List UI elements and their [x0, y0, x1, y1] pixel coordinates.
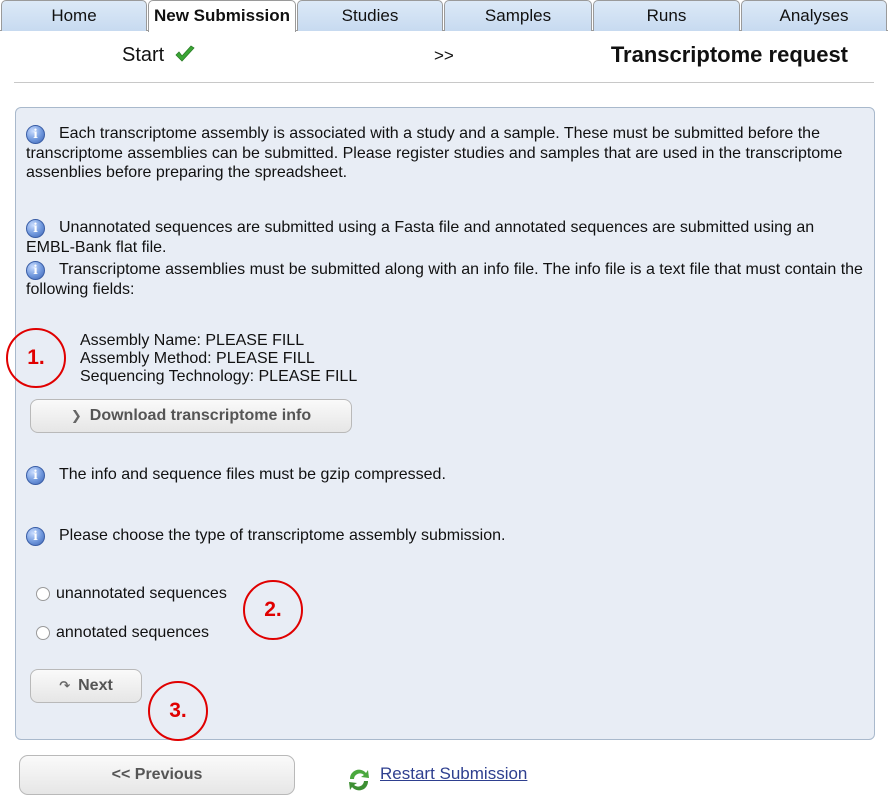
- info-icon: i: [26, 125, 45, 144]
- field-line: Sequencing Technology: PLEASE FILL: [80, 368, 358, 385]
- step-indicator: Start >> Transcriptome request: [0, 38, 888, 74]
- annotation-marker-3: 3.: [148, 681, 208, 741]
- radio-annotated[interactable]: [36, 626, 50, 640]
- radio-label: unannotated sequences: [56, 585, 227, 602]
- step-start: Start: [122, 44, 196, 67]
- annotation-marker-1: 1.: [6, 328, 66, 388]
- info-icon: i: [26, 466, 45, 485]
- previous-button[interactable]: << Previous: [19, 755, 295, 795]
- info-paragraph-gzip: i The info and sequence files must be gzi…: [26, 465, 866, 485]
- step-separator: >>: [434, 46, 454, 65]
- info-paragraph-format: i Unannotated sequences are submitted usi…: [26, 219, 815, 256]
- tab-home[interactable]: Home: [1, 0, 147, 31]
- field-line: Assembly Name: PLEASE FILL: [80, 332, 305, 349]
- next-button[interactable]: ↷ Next: [30, 669, 142, 703]
- refresh-icon: [349, 769, 369, 791]
- radio-label: annotated sequences: [56, 624, 210, 641]
- redo-arrow-icon: ↷: [59, 678, 71, 693]
- radio-option-unannotated[interactable]: unannotated sequences: [36, 585, 227, 603]
- radio-unannotated[interactable]: [36, 587, 50, 601]
- info-icon: i: [26, 261, 45, 280]
- info-paragraph-choose-type: i Please choose the type of transcriptome…: [26, 526, 866, 546]
- info-icon: i: [26, 527, 45, 546]
- submission-page: Home New Submission Studies Samples Runs…: [0, 0, 888, 808]
- radio-option-annotated[interactable]: annotated sequences: [36, 624, 209, 642]
- restart-submission-link[interactable]: Restart Submission: [380, 764, 527, 784]
- restart-submission[interactable]: Restart Submission: [346, 764, 527, 794]
- step-current-title: Transcriptome request: [610, 42, 848, 67]
- info-panel: i Each transcriptome assembly is associat…: [15, 107, 875, 740]
- tab-new-submission[interactable]: New Submission: [148, 0, 296, 32]
- tab-runs[interactable]: Runs: [593, 0, 740, 31]
- info-paragraph-info-file: i Transcriptome assemblies must be submit…: [26, 261, 863, 298]
- info-file-fields: Assembly Name: PLEASE FILL Assembly Meth…: [80, 332, 357, 386]
- info-paragraph-study: i Each transcriptome assembly is associat…: [26, 125, 843, 181]
- step-start-label: Start: [122, 44, 165, 66]
- tab-bar: Home New Submission Studies Samples Runs…: [0, 0, 888, 32]
- divider: [14, 82, 874, 83]
- annotation-marker-2: 2.: [243, 580, 303, 640]
- check-icon: [175, 45, 195, 62]
- tab-samples[interactable]: Samples: [444, 0, 592, 31]
- field-line: Assembly Method: PLEASE FILL: [80, 350, 315, 367]
- tab-analyses[interactable]: Analyses: [741, 0, 887, 31]
- tab-studies[interactable]: Studies: [297, 0, 443, 31]
- download-transcriptome-info-button[interactable]: ❯ Download transcriptome info: [30, 399, 352, 433]
- info-icon: i: [26, 219, 45, 238]
- chevron-down-icon: ❯: [70, 408, 82, 423]
